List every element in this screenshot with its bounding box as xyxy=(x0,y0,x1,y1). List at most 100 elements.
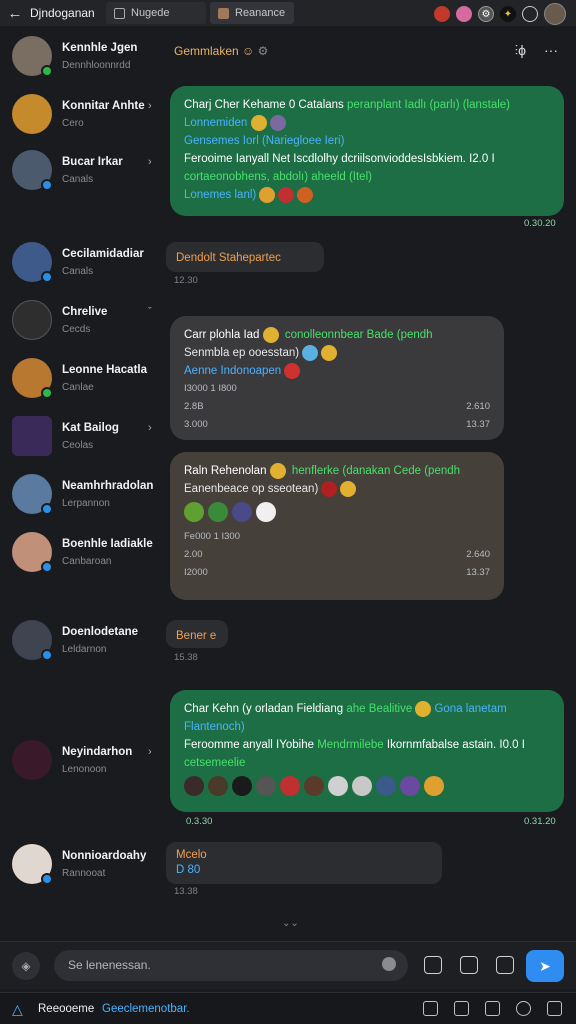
emoji-icon xyxy=(297,186,314,203)
pin-icon[interactable]: ⫶ϕ xyxy=(515,42,526,59)
emoji-icon xyxy=(262,326,279,343)
contact-item[interactable]: Kat Bailog Ceolas › xyxy=(0,416,162,472)
meta-value: I2000 xyxy=(184,567,208,578)
meta-value: 13.37 xyxy=(466,567,490,578)
message-timestamp: 0.30.20 xyxy=(524,218,556,229)
shield-icon[interactable]: ◈ xyxy=(12,952,40,980)
grid-icon[interactable] xyxy=(454,1001,469,1016)
message-meta-row: I2000 13.37 xyxy=(184,564,490,582)
contact-item[interactable]: Kennhle Jgen Dennhloonnrdd xyxy=(0,36,162,92)
message-bubble-incoming[interactable]: Carr plohla Iad conolleonnbear Bade (pen… xyxy=(170,316,504,440)
chevron-right-icon: › xyxy=(148,156,152,168)
contact-subtitle: Ceolas xyxy=(62,440,94,451)
contact-item[interactable]: Konnitar Anhte Cero › xyxy=(0,94,162,150)
settings-icon[interactable] xyxy=(516,1001,531,1016)
meta-value: 2.8B xyxy=(184,401,204,412)
message-bubble-incoming[interactable]: Dendolt Stahepartec xyxy=(166,242,324,272)
chevron-right-icon: › xyxy=(148,422,152,434)
emoji-icon xyxy=(328,776,348,796)
contact-item[interactable]: Neyindarhon Lenonoon › xyxy=(0,740,162,796)
message-bubble-outgoing[interactable]: Charj Cher Kehame 0 Catalans peranplant … xyxy=(170,86,564,216)
avatar xyxy=(12,94,52,134)
contact-subtitle: Dennhloonnrdd xyxy=(62,60,131,71)
contact-item[interactable]: Doenlodetane Leldarnon xyxy=(0,620,162,676)
verified-badge xyxy=(41,179,53,191)
message-link[interactable]: Flantenoch) xyxy=(184,718,550,736)
emoji-icon xyxy=(400,776,420,796)
message-highlight: henflerke (danakan Cede (pendh xyxy=(291,465,461,477)
page-icon xyxy=(114,7,125,19)
verified-badge xyxy=(41,649,53,661)
top-bar: ← Djndoganan Nugede Reanance ⚙ ✦ xyxy=(0,0,576,26)
contact-item[interactable]: Chrelive Cecds ˇ xyxy=(0,300,162,356)
home-icon[interactable] xyxy=(547,1001,562,1016)
message-link[interactable]: Gona lanetam xyxy=(434,703,506,715)
emoji-icon xyxy=(376,776,396,796)
folder-icon xyxy=(218,7,229,19)
search-icon[interactable] xyxy=(522,6,538,22)
scroll-down-icon[interactable]: ⌄⌄ xyxy=(282,918,299,929)
dark-emoji-icon[interactable]: ✦ xyxy=(500,6,516,22)
message-link[interactable]: Lonemes lanl) xyxy=(184,189,256,201)
send-button[interactable]: ➤ xyxy=(526,950,564,982)
pink-emoji-icon[interactable] xyxy=(456,6,472,22)
message-text: Ikornmfabalse astain. I0.0 I xyxy=(386,739,525,751)
footer-label[interactable]: Reeooeme xyxy=(38,1003,94,1015)
message-line: Eanenbeace op sseotean) xyxy=(184,480,490,498)
composer: ◈ Se lenenessan. ➤ xyxy=(0,941,576,989)
message-link[interactable]: Lonnemiden xyxy=(184,117,247,129)
message-bubble-outgoing[interactable]: Char Kehn (y orladan Fieldiang ahe Beali… xyxy=(170,690,564,812)
contact-name: Chrelive xyxy=(62,306,108,318)
message-highlight: ahe Bealitive xyxy=(346,703,413,715)
emoji-row xyxy=(184,776,550,796)
message-bubble-incoming[interactable]: Raln Rehenolan henflerke (danakan Cede (… xyxy=(170,452,504,600)
verified-badge xyxy=(41,561,53,573)
export-icon[interactable] xyxy=(423,1001,438,1016)
image-icon[interactable] xyxy=(496,956,514,974)
sticker-icon[interactable] xyxy=(424,956,442,974)
message-text: Raln Rehenolan xyxy=(184,465,267,477)
avatar xyxy=(12,242,53,283)
emoji-icon xyxy=(302,344,319,361)
message-line: Charj Cher Kehame 0 Catalans peranplant … xyxy=(184,96,550,114)
contact-item[interactable]: Boenhle Iadiakle Canbaroan xyxy=(0,532,162,588)
contact-item[interactable]: Cecilamidadiar Canals xyxy=(0,242,162,298)
gear-icon[interactable]: ⚙ xyxy=(478,6,494,22)
message-line: Lonemes lanl) xyxy=(184,186,550,204)
contact-item[interactable]: Neamhrhradolan Lerpannon xyxy=(0,474,162,530)
archive-icon[interactable] xyxy=(485,1001,500,1016)
meta-value: 2.00 xyxy=(184,549,203,560)
emoji-icon xyxy=(256,776,276,796)
message-highlight: cetsemeelie xyxy=(184,757,246,769)
emoji-icon xyxy=(232,776,252,796)
contact-name: Boenhle Iadiakle xyxy=(62,538,153,550)
message-line: Feroomme anyall IYobihe Mendrmilebe Ikor… xyxy=(184,736,550,754)
avatar xyxy=(12,532,53,573)
profile-avatar[interactable] xyxy=(544,3,566,25)
message-link[interactable]: Aenne Indonoapen xyxy=(184,365,281,377)
settings-icon[interactable]: ⚙ xyxy=(258,44,269,58)
tab-nugede[interactable]: Nugede xyxy=(106,2,206,24)
more-icon[interactable]: ··· xyxy=(544,42,558,59)
microphone-icon[interactable] xyxy=(382,957,396,971)
avatar xyxy=(12,844,53,885)
message-highlight: Mendrmilebe xyxy=(317,739,384,751)
footer-link[interactable]: Geeclemenotbar. xyxy=(102,1003,190,1015)
message-bubble-incoming[interactable]: Mcelo D 80 xyxy=(166,842,442,884)
contact-item[interactable]: Nonnioardoahy Rannooat xyxy=(0,844,162,900)
top-right-icons: ⚙ ✦ xyxy=(434,3,566,25)
chat-header-actions: ⫶ϕ ··· xyxy=(515,42,558,59)
message-bubble-incoming[interactable]: Bener e xyxy=(166,620,228,648)
tab-reanance[interactable]: Reanance xyxy=(210,2,294,24)
emoji-icon xyxy=(321,344,338,361)
clipboard-icon[interactable] xyxy=(460,956,478,974)
back-arrow-icon[interactable]: ← xyxy=(0,5,30,22)
red-emoji-icon[interactable] xyxy=(434,6,450,22)
message-input[interactable]: Se lenenessan. xyxy=(54,950,408,981)
contact-item[interactable]: Bucar Irkar Canals › xyxy=(0,150,162,206)
contact-item[interactable]: Leonne Hacatla Canlae xyxy=(0,358,162,414)
message-link[interactable]: Gensemes Iorl (Nariegloee Ieri) xyxy=(184,132,550,150)
message-text: Ferooime Ianyall Net Iscdlolhy dcriilson… xyxy=(184,153,495,165)
emoji-icon xyxy=(259,186,276,203)
chat-header: Gemmlaken ☺ ⚙ ⫶ϕ ··· xyxy=(166,36,566,66)
